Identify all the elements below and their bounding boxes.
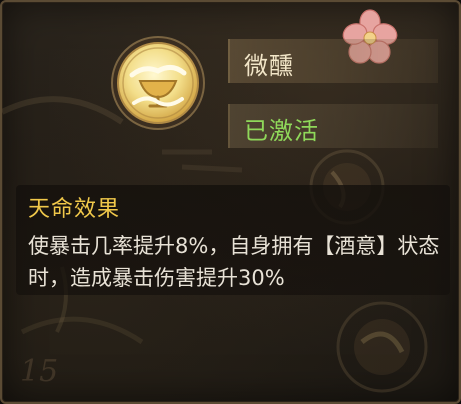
wine-cup-cloud-icon [111, 36, 205, 130]
buff-icon [110, 35, 206, 131]
background-number: 15 [20, 354, 59, 389]
effect-section: 天命效果 使暴击几率提升8%，自身拥有【酒意】状态时，造成暴击伤害提升30% [16, 185, 450, 295]
effect-description: 使暴击几率提升8%，自身拥有【酒意】状态时，造成暴击伤害提升30% [28, 234, 440, 290]
buff-status: 已激活 [244, 117, 319, 145]
buff-status-plate: 已激活 [228, 104, 438, 148]
buff-name-plate: 微醺 [228, 39, 438, 83]
buff-tooltip-panel: 15 微醺 已激活 天命效果 使暴击几率提升8%，自身拥有【酒意】状态时，造成暴… [0, 0, 461, 404]
effect-title: 天命效果 [28, 197, 121, 222]
buff-name: 微醺 [244, 52, 294, 80]
